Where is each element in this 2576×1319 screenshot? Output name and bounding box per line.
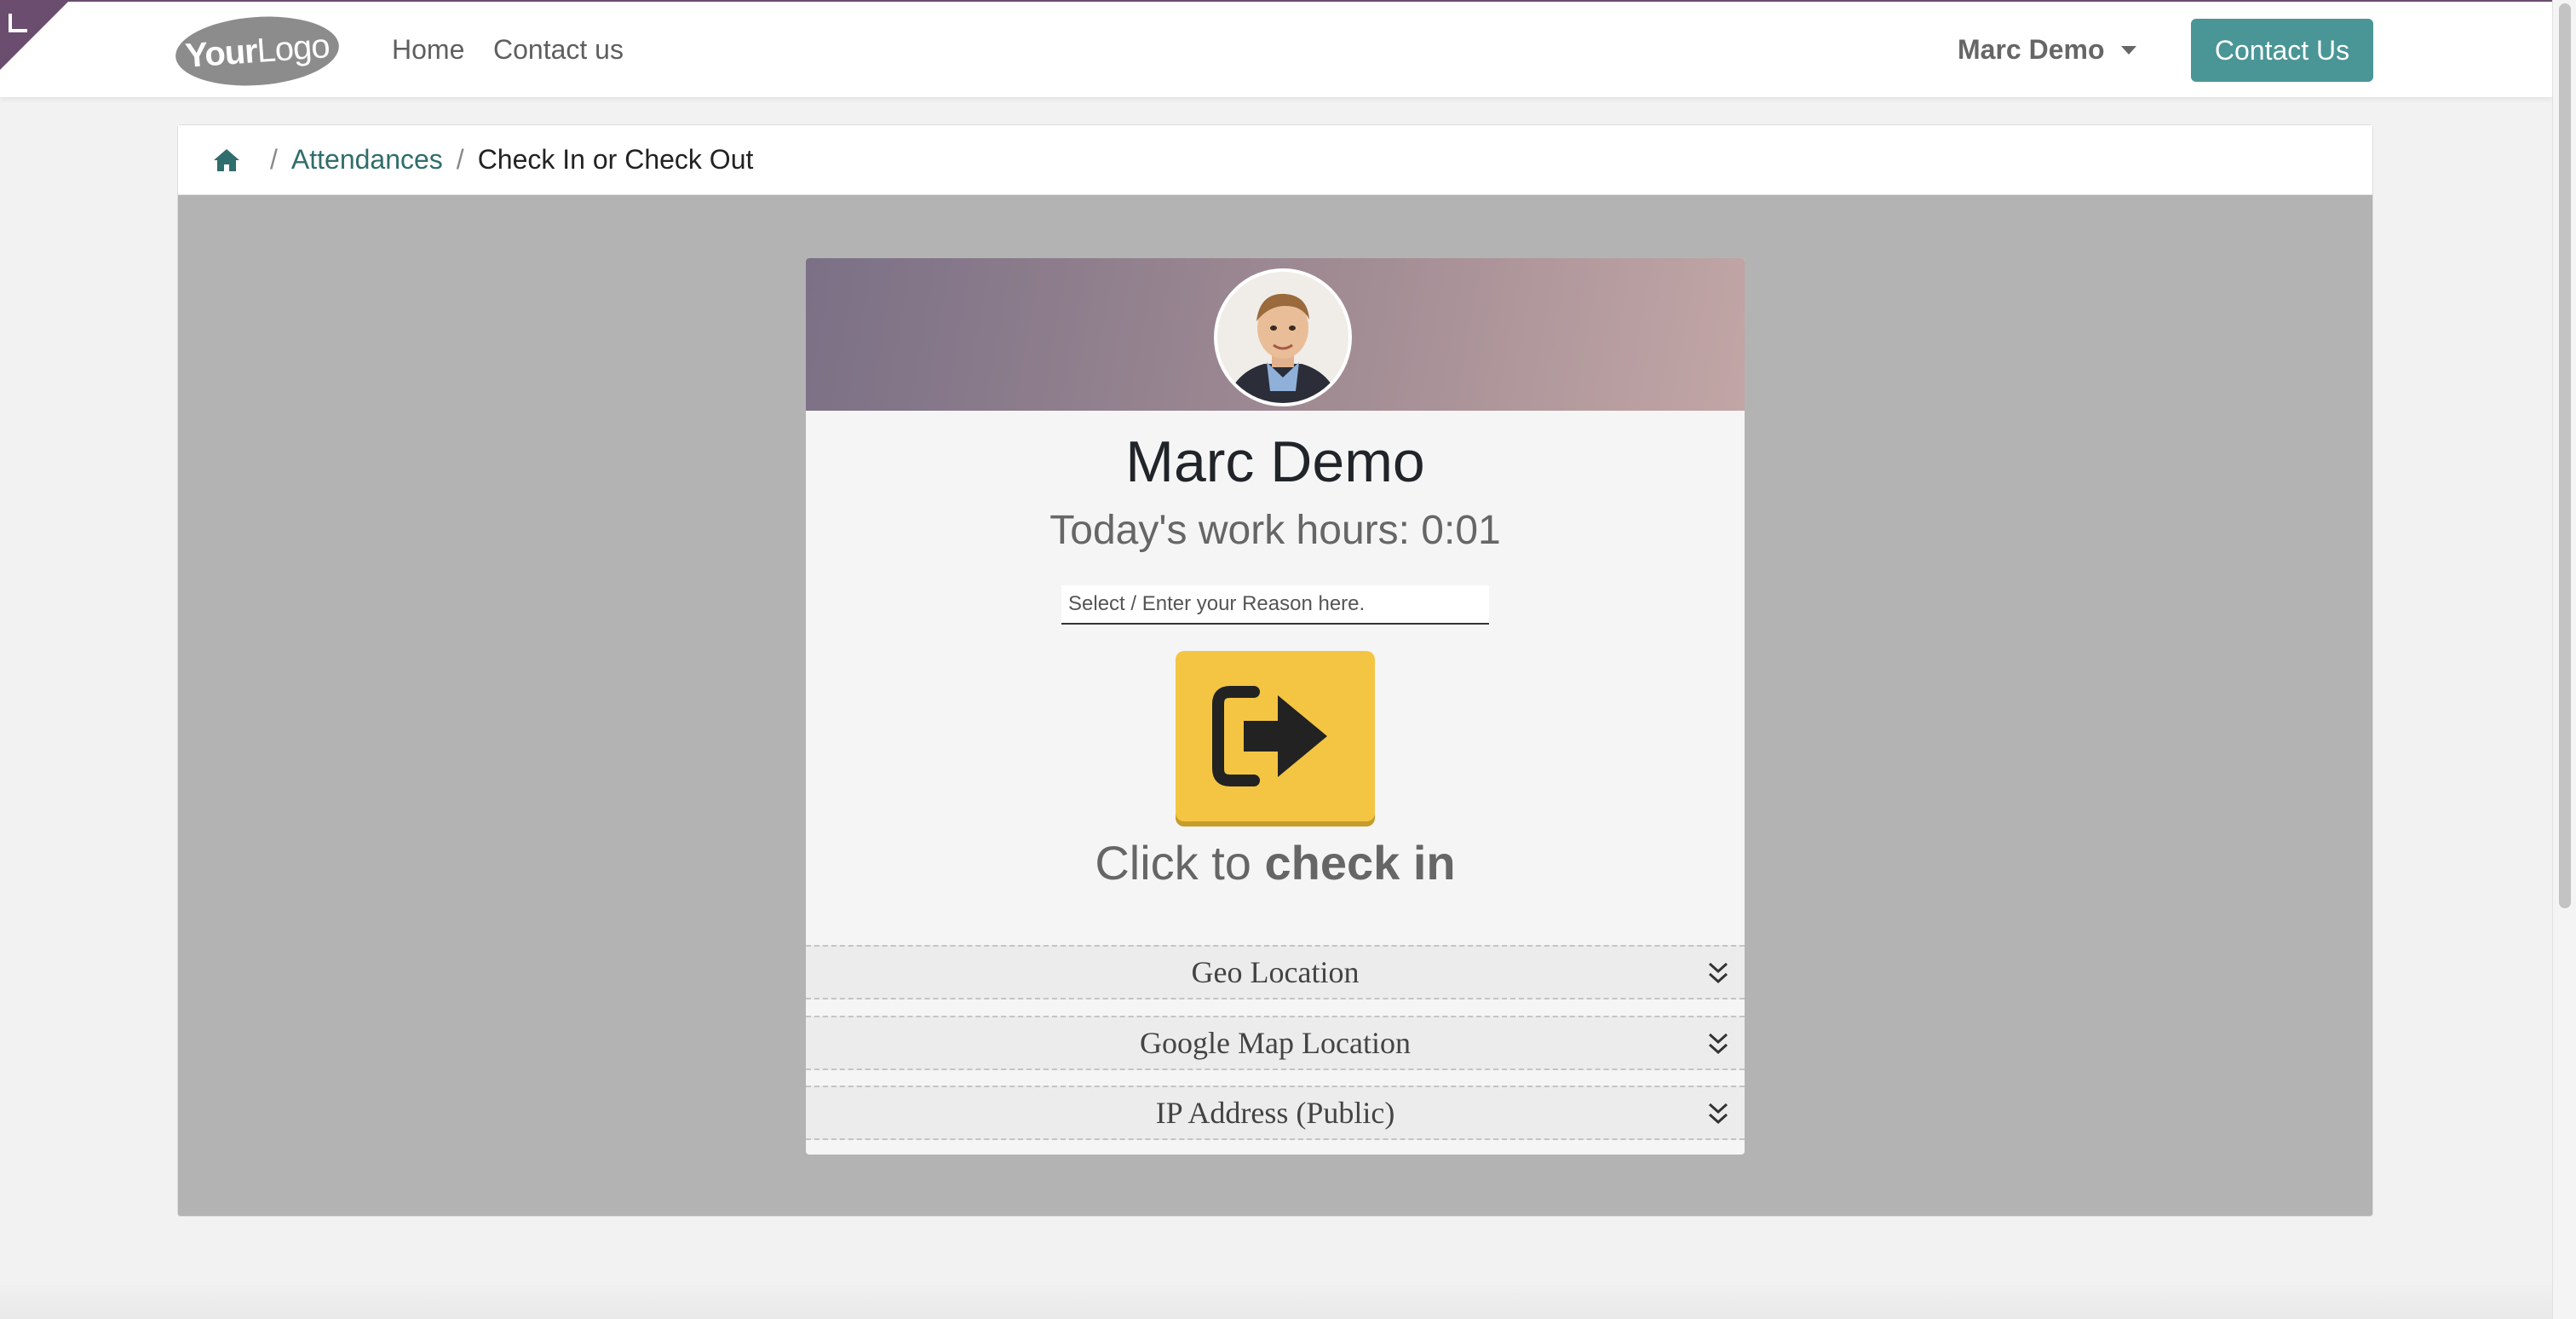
contact-us-button[interactable]: Contact Us (2191, 19, 2373, 82)
corner-expand-icon (9, 14, 27, 32)
double-chevron-down-icon[interactable] (1707, 960, 1729, 986)
breadcrumb-current: Check In or Check Out (477, 144, 754, 175)
employee-avatar (1214, 268, 1352, 406)
page-scrollbar[interactable] (2552, 0, 2576, 1319)
footer-shadow (0, 1278, 2552, 1319)
sign-in-icon (1212, 686, 1327, 786)
ip-address-section[interactable]: IP Address (Public) (806, 1086, 1745, 1140)
user-menu[interactable]: Marc Demo (1958, 34, 2105, 66)
employee-name: Marc Demo (1125, 429, 1425, 494)
nav-link-contact[interactable]: Contact us (493, 34, 624, 66)
nav-link-home[interactable]: Home (392, 34, 464, 66)
check-in-button[interactable] (1176, 651, 1375, 821)
reason-input[interactable] (1061, 585, 1489, 625)
home-icon[interactable] (212, 147, 241, 173)
attendance-panel: Marc Demo Today's work hours: 0:01 Click… (806, 258, 1745, 1155)
breadcrumb-separator: / (456, 144, 464, 175)
avatar-photo (1217, 272, 1348, 403)
site-logo[interactable]: YourLogo (173, 11, 342, 91)
work-hours: Today's work hours: 0:01 (1049, 508, 1501, 553)
section-title: IP Address (Public) (1155, 1096, 1395, 1130)
check-in-label: Click to check in (1095, 836, 1456, 890)
google-map-location-section[interactable]: Google Map Location (806, 1016, 1745, 1070)
breadcrumb-separator: / (270, 144, 278, 175)
breadcrumb: / Attendances / Check In or Check Out (178, 125, 2372, 195)
section-title: Geo Location (1191, 955, 1360, 989)
geo-location-section[interactable]: Geo Location (806, 945, 1745, 999)
breadcrumb-attendances[interactable]: Attendances (291, 144, 443, 176)
section-title: Google Map Location (1140, 1026, 1411, 1060)
top-navbar: YourLogo Home Contact us Marc Demo Conta… (0, 0, 2552, 97)
logo-text: YourLogo (184, 26, 331, 75)
edit-mode-corner[interactable] (0, 2, 68, 70)
caret-down-icon[interactable] (2121, 46, 2136, 55)
double-chevron-down-icon[interactable] (1707, 1101, 1729, 1126)
double-chevron-down-icon[interactable] (1707, 1031, 1729, 1057)
scrollbar-thumb[interactable] (2559, 3, 2571, 908)
